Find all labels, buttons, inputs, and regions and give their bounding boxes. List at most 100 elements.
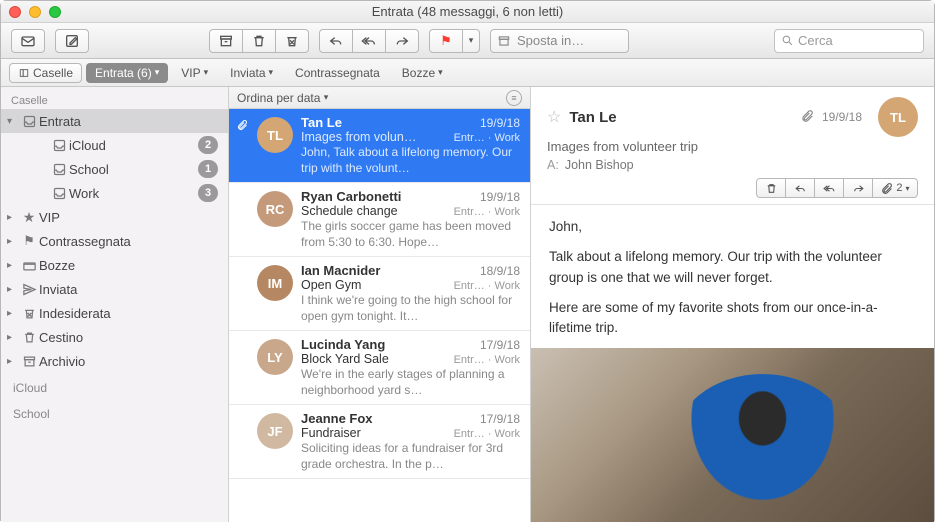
- compose-button[interactable]: [55, 29, 89, 53]
- fav-vip[interactable]: VIP ▾: [172, 63, 217, 83]
- reply-button[interactable]: [319, 29, 353, 53]
- sender-name: Lucinda Yang: [301, 337, 480, 352]
- disclosure-icon[interactable]: ▸: [7, 236, 19, 247]
- fav-drafts[interactable]: Bozze ▾: [393, 63, 452, 83]
- toolbar: ⚑ ▾ Sposta in… Cerca: [1, 23, 934, 59]
- mailbox-label: Indesiderata: [39, 306, 218, 321]
- reader-sender: Tan Le: [569, 109, 792, 126]
- sidebar-item-bozze[interactable]: ▸ Bozze: [1, 253, 228, 277]
- message-meta: Entr… · Work: [454, 354, 520, 366]
- sender-name: Tan Le: [301, 115, 480, 130]
- search-input[interactable]: Cerca: [774, 29, 924, 53]
- mailbox-icon: [19, 330, 39, 345]
- message-row[interactable]: RCRyan Carbonetti19/9/18Schedule changeE…: [229, 183, 530, 257]
- sidebar-item-cestino[interactable]: ▸Cestino: [1, 325, 228, 349]
- disclosure-icon[interactable]: ▸: [7, 212, 19, 223]
- sidebar-item-contrassegnata[interactable]: ▸⚑Contrassegnata: [1, 229, 228, 253]
- get-mail-button[interactable]: [11, 29, 45, 53]
- mailbox-icon: [49, 186, 69, 201]
- window-title: Entrata (48 messaggi, 6 non letti): [1, 4, 934, 19]
- forward-button[interactable]: [385, 29, 419, 53]
- to-name: John Bishop: [565, 158, 634, 172]
- zoom-window-button[interactable]: [49, 6, 61, 18]
- message-row[interactable]: TLTan Le19/9/18Images from volun…Entr… ·…: [229, 109, 530, 183]
- mailbox-label: Work: [69, 186, 198, 201]
- attachment-image[interactable]: [531, 348, 934, 522]
- fav-inbox[interactable]: Entrata (6) ▾: [86, 63, 168, 83]
- inline-forward-button[interactable]: [843, 178, 873, 198]
- message-body: John,Talk about a lifelong memory. Our t…: [531, 205, 934, 522]
- reader-avatar: TL: [878, 97, 918, 137]
- reader-date: 19/9/18: [822, 110, 862, 124]
- sidebar-item-indesiderata[interactable]: ▸ Indesiderata: [1, 301, 228, 325]
- message-subject: Block Yard Sale: [301, 352, 454, 366]
- mailbox-icon: [49, 138, 69, 153]
- disclosure-icon[interactable]: ▸: [7, 308, 19, 319]
- flag-menu-button[interactable]: ▾: [462, 29, 480, 53]
- attachment-indicator: [235, 115, 249, 176]
- message-subject: Open Gym: [301, 278, 454, 292]
- inline-actions: 2▾: [547, 178, 918, 198]
- message-row[interactable]: IMIan Macnider18/9/18Open GymEntr… · Wor…: [229, 257, 530, 331]
- fav-flagged[interactable]: Contrassegnata: [286, 63, 389, 83]
- minimize-window-button[interactable]: [29, 6, 41, 18]
- star-icon[interactable]: ☆: [547, 107, 561, 127]
- favorites-bar: Caselle Entrata (6) ▾ VIP ▾ Inviata ▾ Co…: [1, 59, 934, 87]
- mailbox-icon: ★: [19, 209, 39, 226]
- sidebar-item-archivio[interactable]: ▸Archivio: [1, 349, 228, 373]
- sidebar-header: Caselle: [1, 91, 228, 109]
- sidebar: Caselle ▾EntrataiCloud2School1Work3▸★VIP…: [1, 87, 229, 522]
- inline-attachments-button[interactable]: 2▾: [872, 178, 918, 198]
- delete-button[interactable]: [242, 29, 276, 53]
- message-meta: Entr… · Work: [454, 132, 520, 144]
- sort-bar[interactable]: Ordina per data ▾ ≡: [229, 87, 530, 109]
- sidebar-item-work[interactable]: Work3: [1, 181, 228, 205]
- mailbox-label: Bozze: [39, 258, 218, 273]
- message-date: 17/9/18: [480, 338, 520, 352]
- sidebar-item-vip[interactable]: ▸★VIP: [1, 205, 228, 229]
- unread-badge: 2: [198, 136, 218, 154]
- message-date: 17/9/18: [480, 412, 520, 426]
- sort-label: Ordina per data: [237, 91, 320, 105]
- disclosure-icon[interactable]: ▸: [7, 332, 19, 343]
- attachment-indicator: [235, 337, 249, 398]
- disclosure-icon[interactable]: ▸: [7, 356, 19, 367]
- inline-reply-all-button[interactable]: [814, 178, 844, 198]
- reply-all-button[interactable]: [352, 29, 386, 53]
- mailbox-icon: [19, 306, 39, 321]
- message-preview: John, Talk about a lifelong memory. Our …: [301, 144, 520, 176]
- message-row[interactable]: JFJeanne Fox17/9/18FundraiserEntr… · Wor…: [229, 405, 530, 479]
- disclosure-icon[interactable]: ▸: [7, 284, 19, 295]
- inline-delete-button[interactable]: [756, 178, 786, 198]
- body-paragraph: Talk about a lifelong memory. Our trip w…: [549, 247, 916, 288]
- filter-icon[interactable]: ≡: [506, 90, 522, 106]
- mailboxes-toggle[interactable]: Caselle: [9, 63, 82, 83]
- sidebar-item-school[interactable]: School1: [1, 157, 228, 181]
- message-date: 19/9/18: [480, 116, 520, 130]
- archive-button[interactable]: [209, 29, 243, 53]
- body-paragraph: Here are some of my favorite shots from …: [549, 298, 916, 339]
- message-date: 18/9/18: [480, 264, 520, 278]
- mailbox-label: Entrata: [39, 114, 218, 129]
- disclosure-icon[interactable]: ▾: [7, 116, 19, 127]
- message-meta: Entr… · Work: [454, 280, 520, 292]
- mailbox-icon: [19, 354, 39, 369]
- message-subject: Fundraiser: [301, 426, 454, 440]
- junk-button[interactable]: [275, 29, 309, 53]
- sidebar-item-inviata[interactable]: ▸ Inviata: [1, 277, 228, 301]
- titlebar: Entrata (48 messaggi, 6 non letti): [1, 1, 934, 23]
- mailbox-label: VIP: [39, 210, 218, 225]
- disclosure-icon[interactable]: ▸: [7, 260, 19, 271]
- mailbox-label: Inviata: [39, 282, 218, 297]
- fav-sent[interactable]: Inviata ▾: [221, 63, 282, 83]
- sidebar-item-entrata[interactable]: ▾ Entrata: [1, 109, 228, 133]
- flag-button[interactable]: ⚑: [429, 29, 463, 53]
- close-window-button[interactable]: [9, 6, 21, 18]
- account-school[interactable]: School: [1, 399, 228, 425]
- sidebar-item-icloud[interactable]: iCloud2: [1, 133, 228, 157]
- move-to-dropdown[interactable]: Sposta in…: [490, 29, 629, 53]
- inline-reply-button[interactable]: [785, 178, 815, 198]
- account-icloud[interactable]: iCloud: [1, 373, 228, 399]
- to-label: A:: [547, 158, 559, 172]
- message-row[interactable]: LYLucinda Yang17/9/18Block Yard SaleEntr…: [229, 331, 530, 405]
